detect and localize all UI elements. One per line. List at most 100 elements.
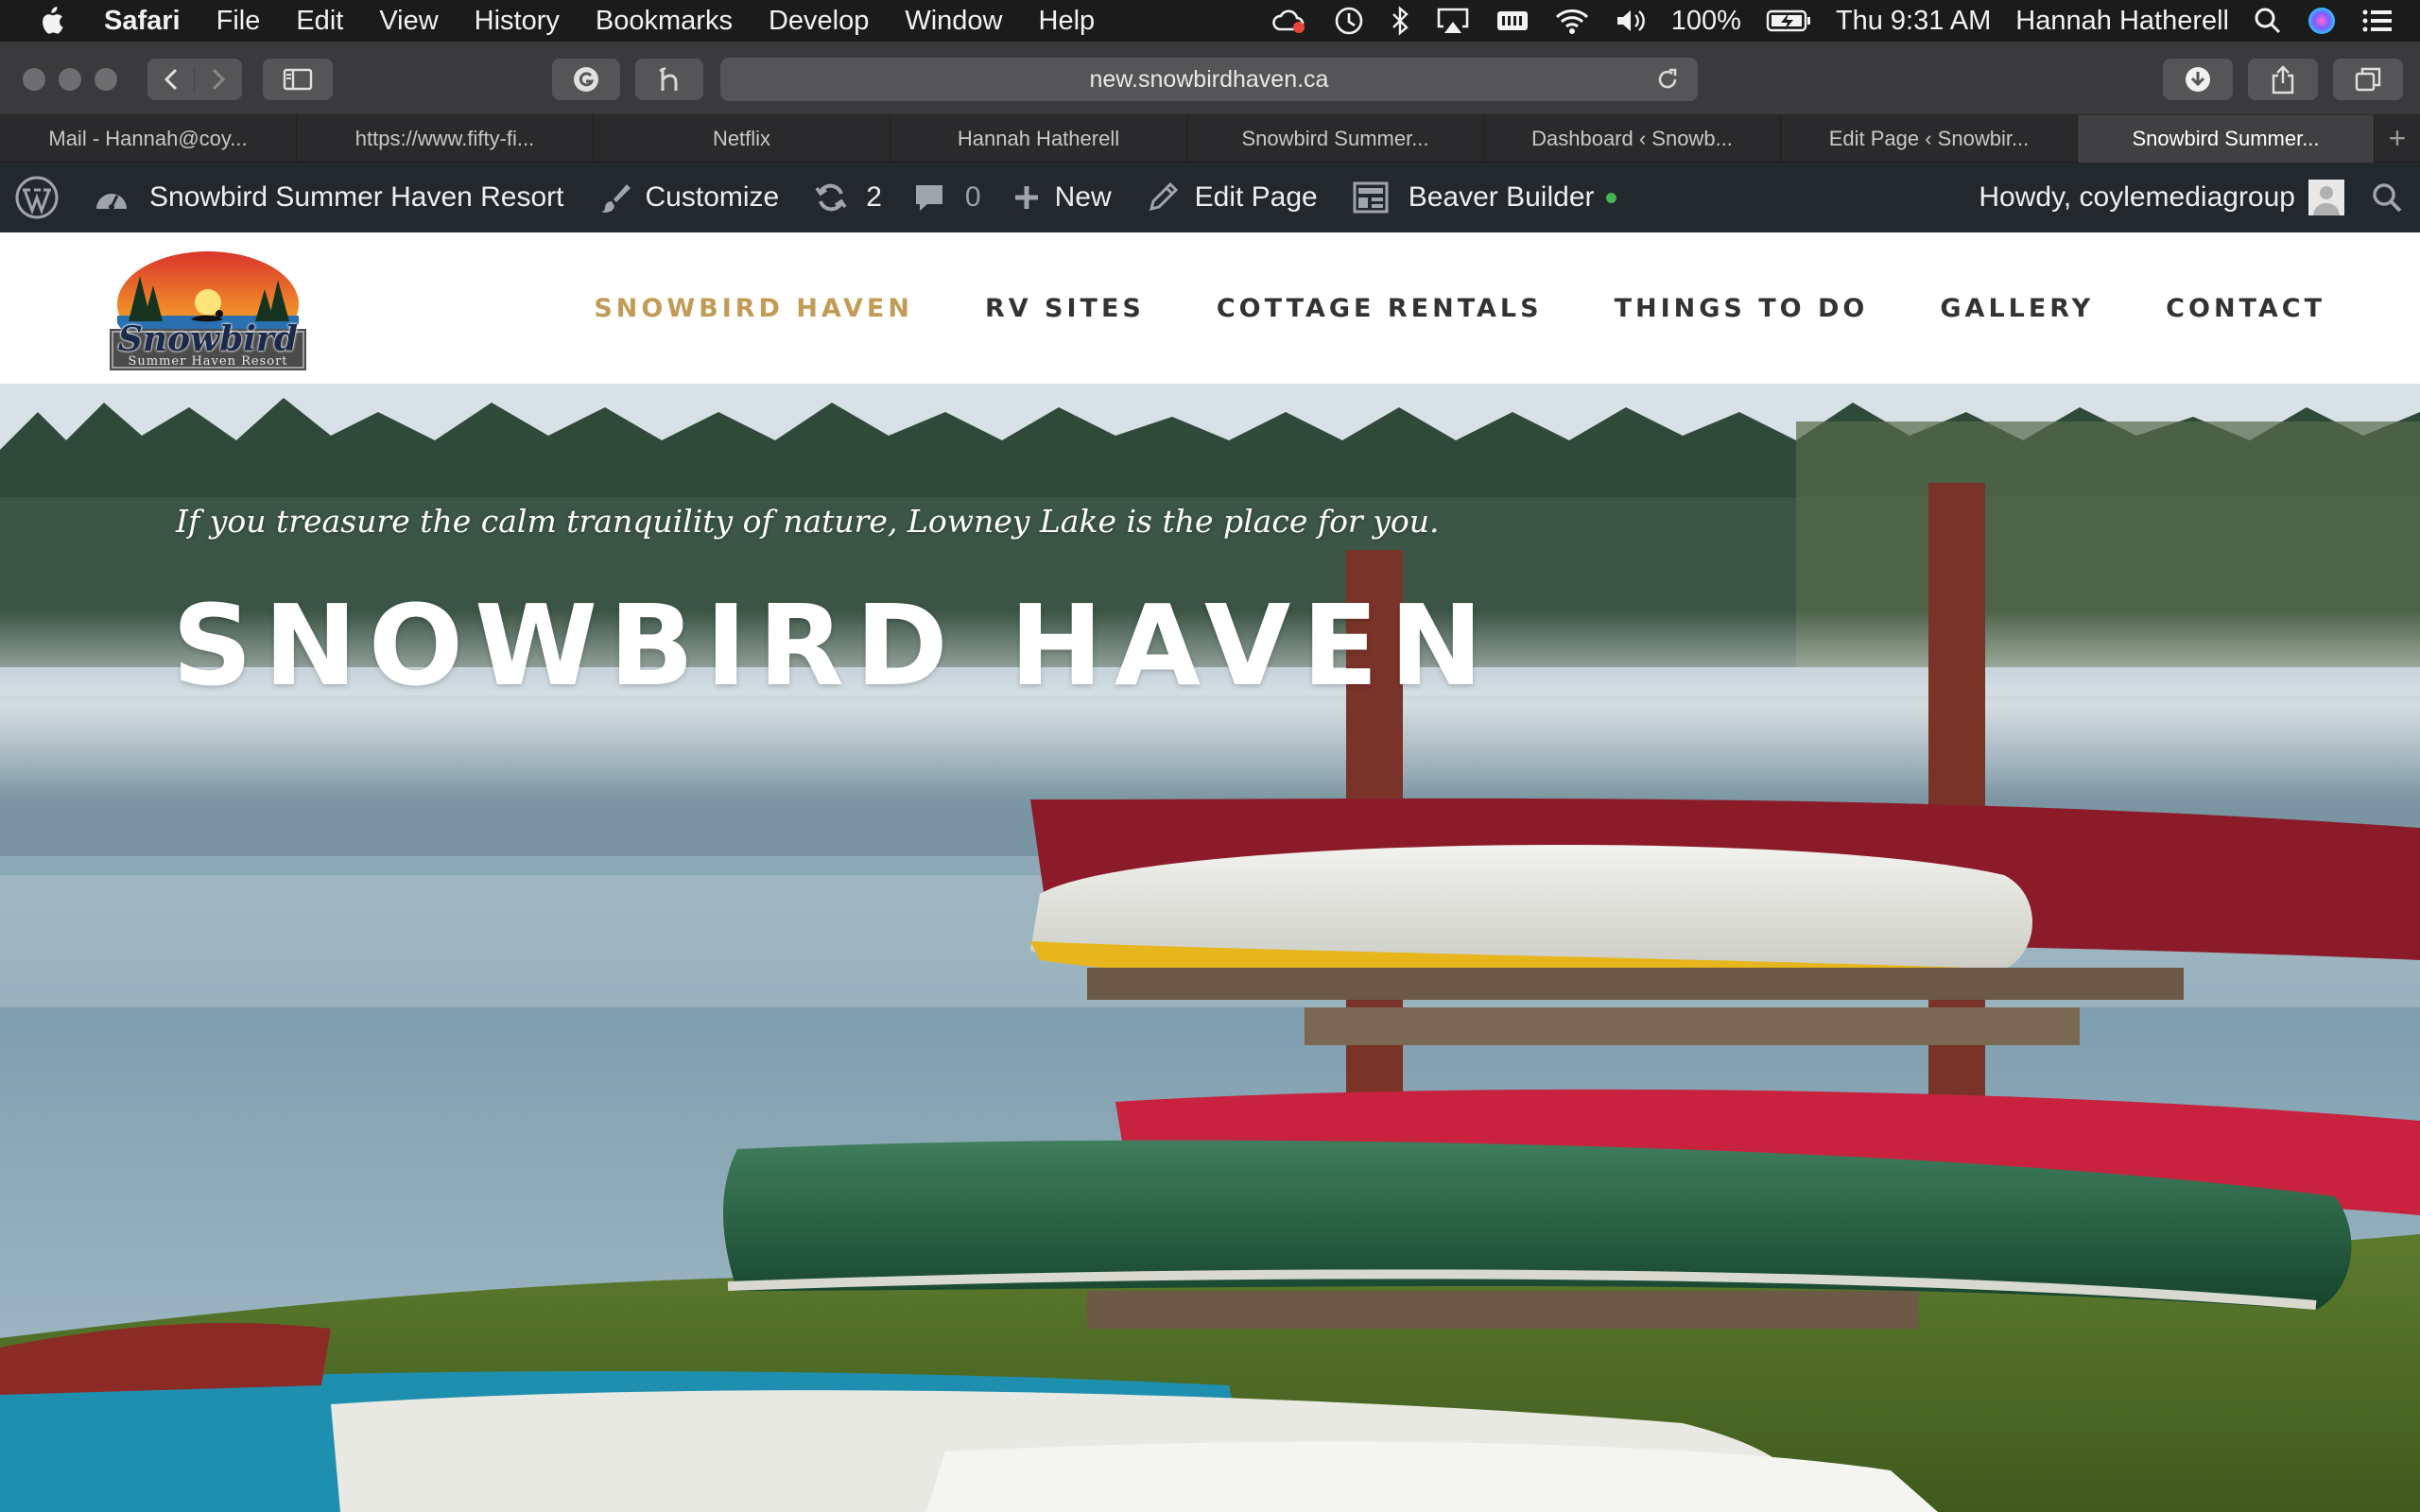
wordpress-logo-icon[interactable] — [15, 163, 59, 232]
beaver-builder-status-dot — [1605, 192, 1616, 203]
wp-search-icon[interactable] — [2371, 163, 2403, 232]
nav-gallery[interactable]: GALLERY — [1940, 294, 2094, 323]
edit-page-label: Edit Page — [1194, 181, 1318, 213]
bluetooth-icon[interactable] — [1390, 5, 1410, 37]
new-label: New — [1054, 181, 1112, 213]
comment-bubble-icon — [915, 185, 942, 211]
nav-things-to-do[interactable]: THINGS TO DO — [1615, 294, 1869, 323]
menu-edit[interactable]: Edit — [296, 6, 343, 37]
site-logo[interactable]: Snowbird Summer Haven Resort — [108, 249, 308, 372]
menu-history[interactable]: History — [475, 6, 560, 37]
site-name-label: Snowbird Summer Haven Resort — [149, 181, 564, 213]
window-close-button[interactable] — [23, 68, 45, 91]
hero-title: SNOWBIRD HAVEN — [172, 580, 1495, 711]
downloads-button[interactable] — [2163, 59, 2233, 100]
wp-customize-link[interactable]: Customize — [598, 163, 780, 232]
nav-cottage-rentals[interactable]: COTTAGE RENTALS — [1217, 294, 1543, 323]
tab-edit-page[interactable]: Edit Page ‹ Snowbir... — [1781, 115, 2078, 163]
main-navigation: SNOWBIRD HAVEN RV SITES COTTAGE RENTALS … — [594, 232, 2325, 384]
customize-label: Customize — [645, 181, 780, 213]
menu-help[interactable]: Help — [1039, 6, 1096, 37]
wifi-icon[interactable] — [1554, 7, 1590, 35]
apple-menu-icon[interactable] — [38, 6, 70, 36]
tab-bar: Mail - Hannah@coy... https://www.fifty-f… — [0, 115, 2420, 163]
reload-icon[interactable] — [1654, 66, 1681, 99]
volume-icon[interactable] — [1615, 7, 1647, 35]
hero-lake-canoes-image — [0, 384, 2420, 1512]
battery-charging-icon[interactable] — [1766, 9, 1811, 33]
site-header: Snowbird Summer Haven Resort SNOWBIRD HA… — [0, 232, 2420, 384]
tab-netflix[interactable]: Netflix — [594, 115, 890, 163]
tab-mail[interactable]: Mail - Hannah@coy... — [0, 115, 297, 163]
updates-count: 2 — [866, 181, 882, 213]
siri-icon[interactable] — [2307, 6, 2337, 36]
pencil-icon — [1149, 181, 1178, 212]
wp-edit-page-link[interactable]: Edit Page — [1146, 163, 1318, 232]
address-bar[interactable]: new.snowbirdhaven.ca — [720, 58, 1698, 101]
wp-new-content-menu[interactable]: New — [1011, 163, 1112, 232]
new-tab-plus-icon[interactable]: + — [2375, 115, 2420, 162]
menu-view[interactable]: View — [379, 6, 438, 37]
share-icon — [2272, 65, 2294, 94]
window-minimize-button[interactable] — [59, 68, 81, 91]
page-builder-layout-icon — [1353, 181, 1389, 214]
mac-menu-bar: Safari File Edit View History Bookmarks … — [0, 0, 2420, 42]
back-button[interactable] — [147, 67, 195, 92]
tab-snowbird-summer-1[interactable]: Snowbird Summer... — [1187, 115, 1484, 163]
airplay-icon[interactable] — [1435, 6, 1471, 36]
back-forward-buttons — [147, 59, 242, 100]
menu-file[interactable]: File — [216, 6, 261, 37]
menu-window[interactable]: Window — [905, 6, 1002, 37]
clock[interactable]: Thu 9:31 AM — [1836, 6, 1991, 37]
menu-safari[interactable]: Safari — [104, 6, 181, 37]
plus-icon — [1014, 186, 1038, 209]
wp-beaver-builder-link[interactable]: Beaver Builder — [1352, 163, 1616, 232]
spotlight-search-icon[interactable] — [2254, 7, 2282, 35]
sidebar-toggle-button[interactable] — [263, 59, 333, 100]
wp-updates-link[interactable]: 2 — [813, 163, 882, 232]
menu-bar-status-area: 100% Thu 9:31 AM Hannah Hatherell — [1270, 0, 2394, 42]
paintbrush-icon — [600, 184, 631, 213]
nav-contact[interactable]: CONTACT — [2166, 294, 2325, 323]
howdy-label: Howdy, coylemediagroup — [1979, 181, 2295, 213]
nav-snowbird-haven[interactable]: SNOWBIRD HAVEN — [594, 294, 913, 323]
dashboard-gauge-icon — [96, 194, 127, 210]
tab-snowbird-summer-active[interactable]: Snowbird Summer... — [2078, 115, 2375, 163]
keyboard-menu-icon[interactable] — [1495, 8, 1530, 34]
download-icon — [2186, 67, 2210, 92]
battery-percent: 100% — [1670, 5, 1741, 36]
wp-comments-link[interactable]: 0 — [912, 163, 981, 232]
nav-rv-sites[interactable]: RV SITES — [985, 294, 1145, 323]
updates-refresh-icon — [815, 183, 847, 212]
tab-hannah-hatherell[interactable]: Hannah Hatherell — [890, 115, 1187, 163]
comments-count: 0 — [964, 181, 981, 213]
tab-overview-button[interactable] — [2333, 59, 2403, 100]
forward-button[interactable] — [195, 67, 242, 92]
window-zoom-button[interactable] — [95, 68, 117, 91]
notification-center-icon[interactable] — [2361, 8, 2394, 34]
menu-develop[interactable]: Develop — [769, 6, 869, 37]
honey-icon — [659, 66, 678, 91]
safari-toolbar: new.snowbirdhaven.ca — [0, 42, 2420, 115]
hero-section: If you treasure the calm tranquility of … — [0, 384, 2420, 1512]
user-avatar-icon — [2308, 180, 2344, 215]
sidebar-icon — [283, 68, 313, 91]
logo-wordmark: Snowbird — [117, 319, 299, 359]
url-text: new.snowbirdhaven.ca — [1089, 65, 1329, 93]
tab-dashboard[interactable]: Dashboard ‹ Snowb... — [1484, 115, 1781, 163]
wp-my-account-menu[interactable]: Howdy, coylemediagroup — [1979, 163, 2344, 232]
hero-tagline: If you treasure the calm tranquility of … — [176, 503, 1440, 540]
logo-subtext: Summer Haven Resort — [128, 354, 288, 369]
honey-extension-button[interactable] — [635, 59, 703, 100]
tab-fifty-five[interactable]: https://www.fifty-fi... — [297, 115, 594, 163]
wp-account-area: Howdy, coylemediagroup — [1979, 163, 2403, 232]
wp-admin-bar: Snowbird Summer Haven Resort Customize 2… — [0, 163, 2420, 232]
creative-cloud-icon[interactable] — [1270, 7, 1308, 35]
grammarly-icon — [574, 67, 598, 92]
menu-bookmarks[interactable]: Bookmarks — [596, 6, 733, 37]
user-account-name[interactable]: Hannah Hatherell — [2015, 6, 2229, 37]
wp-site-name-menu[interactable]: Snowbird Summer Haven Resort — [93, 163, 564, 232]
time-machine-icon[interactable] — [1333, 5, 1365, 37]
grammarly-extension-button[interactable] — [552, 59, 620, 100]
share-button[interactable] — [2248, 59, 2318, 100]
